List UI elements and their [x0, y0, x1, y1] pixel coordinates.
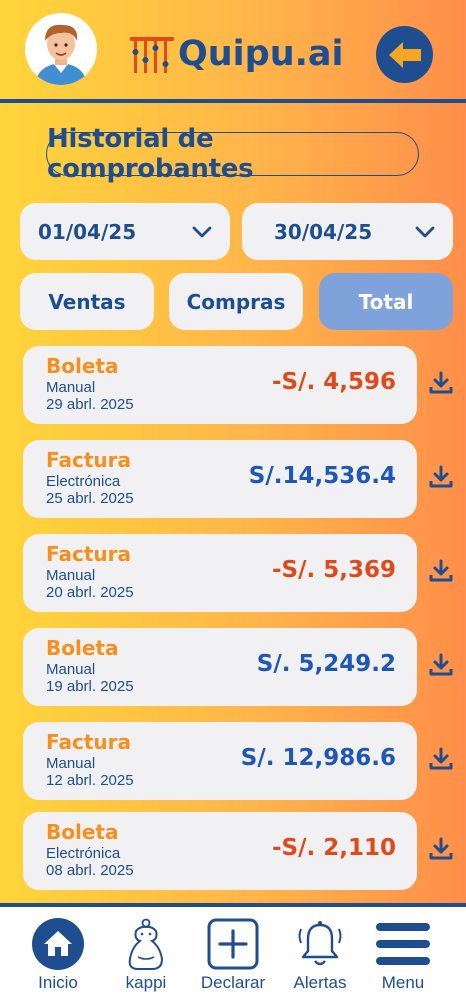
receipt-card[interactable]: Boleta Manual 19 abrl. 2025 S/. 5,249.2 [23, 628, 417, 706]
nav-kappi[interactable]: kappi [101, 907, 191, 1008]
receipt-amount: -S/. 4,596 [271, 369, 396, 395]
receipt-amount: S/. 12,986.6 [240, 745, 396, 771]
receipt-mode: Electrónica [46, 845, 121, 862]
nav-label: kappi [125, 973, 167, 992]
receipt-type: Factura [46, 542, 131, 566]
receipt-type: Factura [46, 730, 131, 754]
profile-avatar[interactable] [25, 13, 97, 85]
receipt-type: Boleta [46, 820, 119, 844]
nav-label: Declarar [200, 973, 266, 992]
receipt-type: Boleta [46, 354, 119, 378]
receipt-card[interactable]: Factura Manual 12 abrl. 2025 S/. 12,986.… [23, 722, 417, 800]
tab-compras[interactable]: Compras [169, 273, 303, 330]
tab-ventas[interactable]: Ventas [20, 273, 154, 330]
tab-total[interactable]: Total [319, 273, 453, 330]
bottom-nav: Inicio kappi Declarar Alertas Menu [0, 907, 466, 1008]
chevron-down-icon [192, 226, 212, 237]
nav-inicio[interactable]: Inicio [13, 907, 103, 1008]
receipt-date: 20 abrl. 2025 [46, 584, 134, 601]
receipt-mode: Manual [46, 379, 96, 396]
date-to-select[interactable]: 30/04/25 [242, 203, 453, 260]
download-icon[interactable] [428, 652, 454, 678]
hamburger-menu-icon [376, 923, 430, 965]
plus-square-icon [207, 918, 259, 970]
page-title: Historial de comprobantes [46, 124, 419, 184]
bell-icon [298, 921, 342, 966]
receipt-date: 29 abrl. 2025 [46, 396, 134, 413]
receipt-type: Factura [46, 448, 131, 472]
chevron-down-icon [415, 226, 435, 237]
home-icon [32, 918, 84, 970]
logo-text: Quipu.ai [178, 34, 344, 74]
receipt-mode: Electrónica [46, 473, 121, 490]
download-icon[interactable] [428, 558, 454, 584]
download-icon[interactable] [428, 746, 454, 772]
receipt-card[interactable]: Boleta Electrónica 08 abrl. 2025 -S/. 2,… [23, 812, 417, 890]
download-icon[interactable] [428, 370, 454, 396]
receipt-date: 08 abrl. 2025 [46, 862, 134, 879]
receipt-amount: -S/. 2,110 [271, 835, 396, 861]
nav-label: Alertas [293, 973, 347, 992]
nav-menu[interactable]: Menu [358, 907, 448, 1008]
receipt-mode: Manual [46, 567, 96, 584]
app-header: Quipu.ai [0, 0, 466, 100]
download-icon[interactable] [428, 464, 454, 490]
receipt-mode: Manual [46, 755, 96, 772]
app-logo: Quipu.ai [130, 30, 344, 78]
nav-declarar[interactable]: Declarar [188, 907, 278, 1008]
arrow-left-icon [388, 41, 421, 68]
date-to-value: 30/04/25 [274, 219, 373, 244]
receipt-date: 19 abrl. 2025 [46, 678, 134, 695]
receipt-date: 12 abrl. 2025 [46, 772, 134, 789]
nav-alertas[interactable]: Alertas [275, 907, 365, 1008]
receipt-mode: Manual [46, 661, 96, 678]
header-divider [0, 99, 466, 103]
capybara-icon [128, 918, 164, 970]
nav-label: Inicio [38, 973, 78, 992]
receipt-card[interactable]: Factura Electrónica 25 abrl. 2025 S/.14,… [23, 440, 417, 518]
receipt-amount: S/.14,536.4 [248, 463, 396, 489]
receipt-type: Boleta [46, 636, 119, 660]
date-from-select[interactable]: 01/04/25 [20, 203, 230, 260]
receipt-amount: S/. 5,249.2 [256, 651, 396, 677]
quipu-logo-icon [130, 37, 174, 73]
user-avatar-icon [25, 13, 97, 85]
back-button[interactable] [376, 26, 433, 83]
receipt-card[interactable]: Factura Manual 20 abrl. 2025 -S/. 5,369 [23, 534, 417, 612]
receipt-date: 25 abrl. 2025 [46, 490, 134, 507]
nav-label: Menu [381, 973, 425, 992]
date-from-value: 01/04/25 [38, 219, 137, 244]
download-icon[interactable] [428, 836, 454, 862]
receipt-amount: -S/. 5,369 [271, 557, 396, 583]
receipt-card[interactable]: Boleta Manual 29 abrl. 2025 -S/. 4,596 [23, 346, 417, 424]
